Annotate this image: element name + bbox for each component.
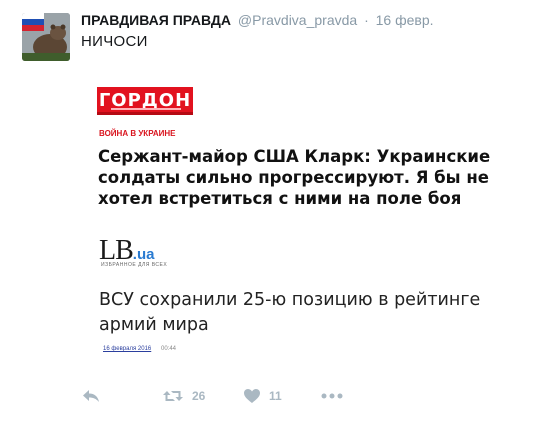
reply-icon (83, 390, 99, 402)
like-button[interactable]: 11 (243, 388, 282, 404)
more-button[interactable] (321, 391, 343, 401)
headline-1: Сержант-майор США Кларк: Украинские солд… (98, 147, 491, 208)
gordon-logo: ГОРДОН (97, 87, 193, 115)
avatar[interactable] (22, 13, 70, 61)
retweet-button[interactable]: 26 (162, 388, 205, 404)
tweet-media-image[interactable]: ГОРДОН ВОЙНА В УКРАИНЕ Сержант-майор США… (81, 66, 521, 381)
avatar-image (22, 13, 70, 61)
reply-button[interactable] (82, 388, 100, 404)
tweet-timestamp[interactable]: 16 февр. (376, 12, 434, 28)
lb-logo: LB.ua (99, 237, 155, 265)
more-icon (321, 393, 343, 399)
tweet: ПРАВДИВАЯ ПРАВДА @Pravdiva_pravda · 16 ф… (0, 0, 533, 423)
author-handle[interactable]: @Pravdiva_pravda (238, 12, 357, 28)
lb-tagline: ИЗБРАННОЕ ДЛЯ ВСЕХ (101, 262, 168, 268)
tweet-actions: 26 11 (80, 388, 380, 412)
author-name[interactable]: ПРАВДИВАЯ ПРАВДА (81, 12, 231, 28)
like-count: 11 (269, 389, 282, 403)
tweet-text: НИЧОСИ (81, 33, 148, 50)
article-time: 00:44 (161, 346, 177, 352)
tweet-header: ПРАВДИВАЯ ПРАВДА @Pravdiva_pravda · 16 ф… (81, 12, 434, 28)
gordon-logo-underline (111, 108, 181, 110)
lb-logo-suffix: .ua (132, 246, 155, 263)
article-date: 16 февраля 2016 (103, 346, 152, 352)
section-label: ВОЙНА В УКРАИНЕ (99, 129, 176, 138)
heart-icon (244, 389, 260, 403)
retweet-icon (163, 391, 183, 401)
retweet-count: 26 (192, 389, 206, 403)
separator-dot: · (364, 12, 369, 28)
headline-2: ВСУ сохранили 25-ю позицию в рейтинге ар… (99, 290, 481, 335)
